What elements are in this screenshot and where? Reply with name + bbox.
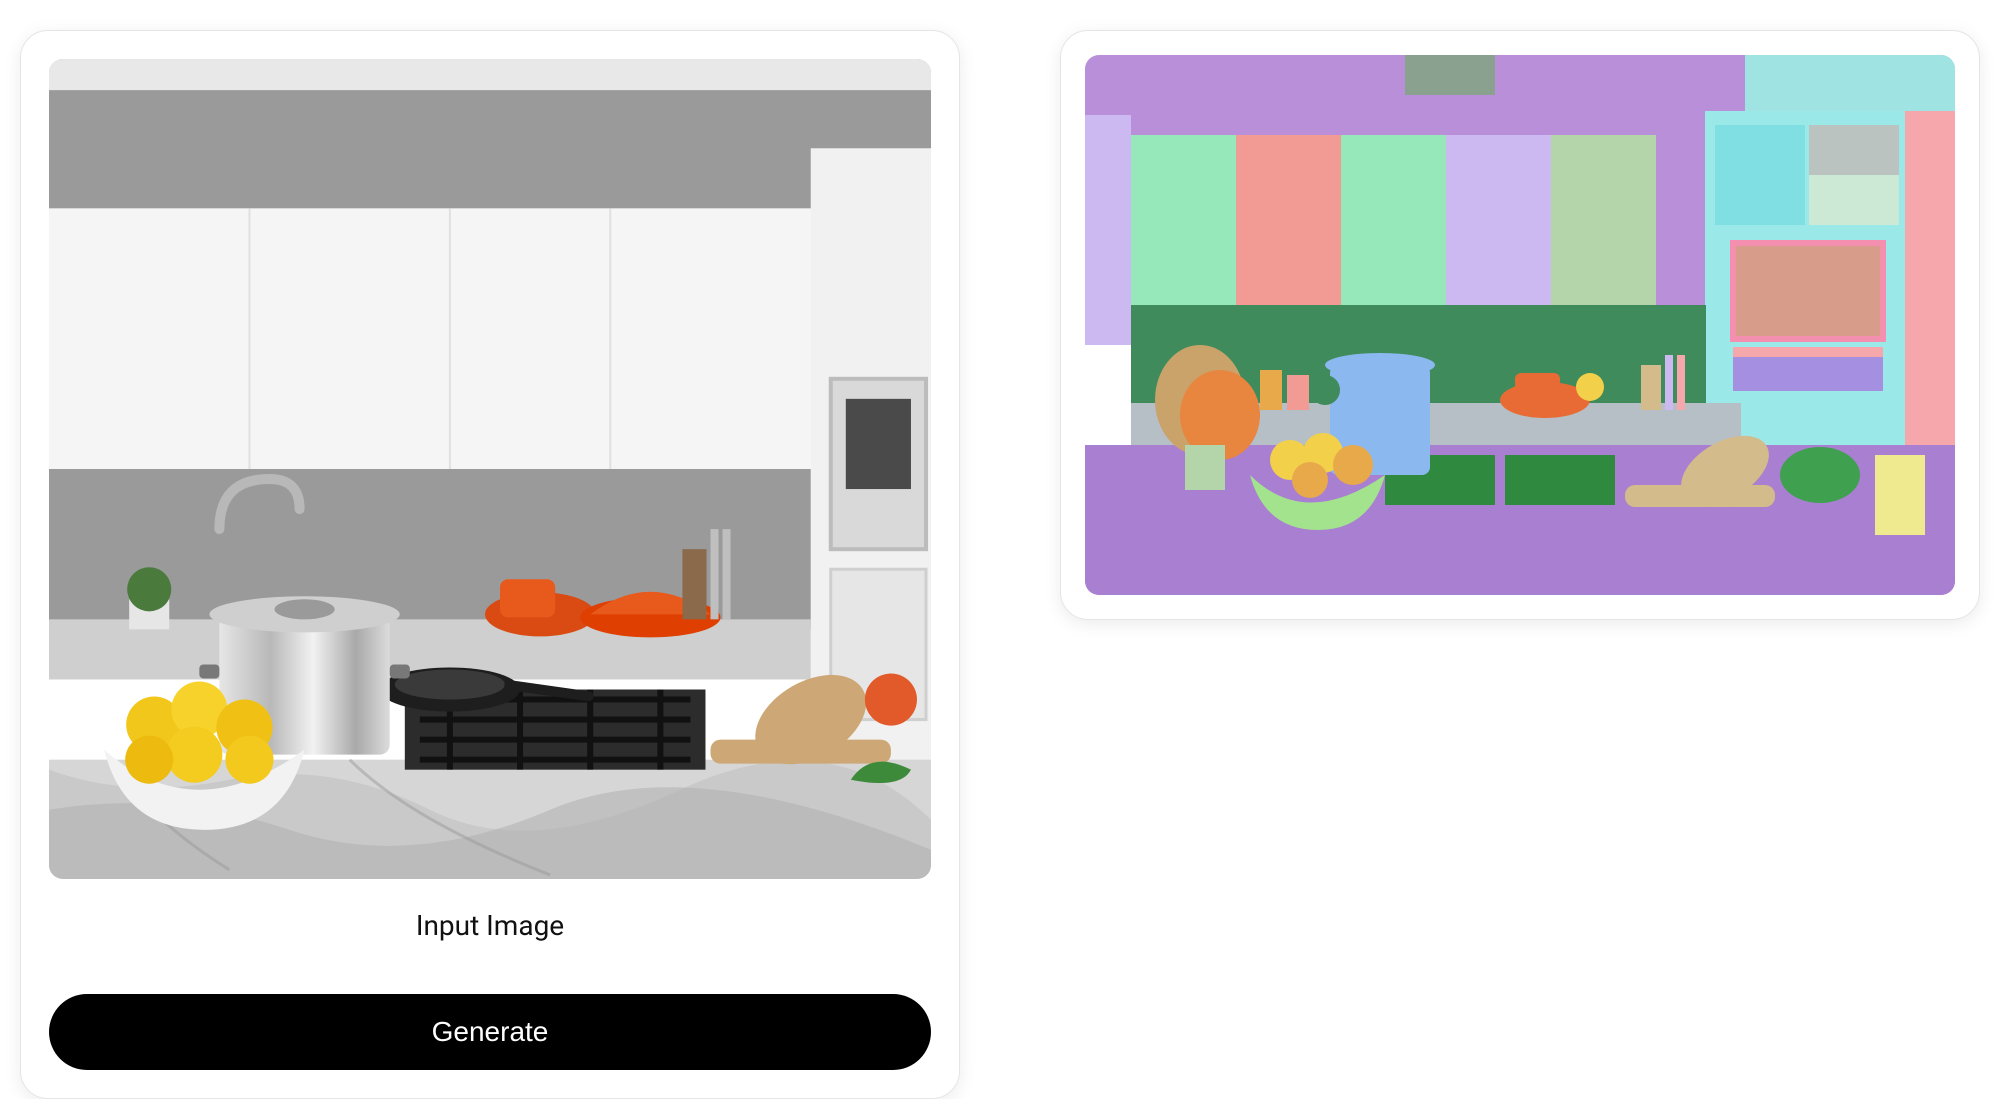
output-card [1060, 30, 1980, 620]
input-caption: Input Image [416, 909, 564, 942]
output-image-frame [1085, 55, 1955, 595]
generate-button[interactable]: Generate [49, 994, 931, 1070]
input-image-frame [49, 59, 931, 879]
input-image [49, 59, 931, 879]
output-image [1085, 55, 1955, 595]
input-card: Input Image Generate [20, 30, 960, 1099]
